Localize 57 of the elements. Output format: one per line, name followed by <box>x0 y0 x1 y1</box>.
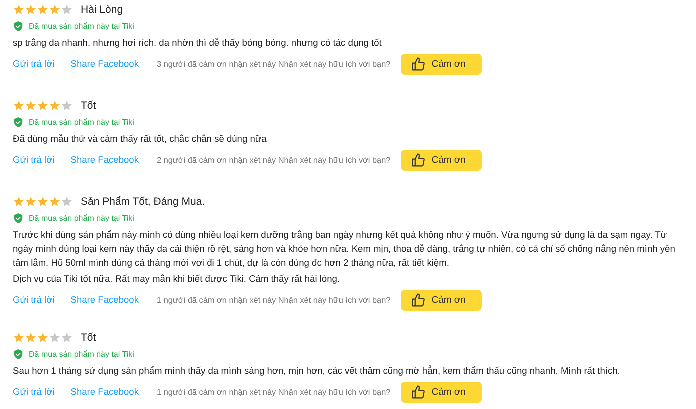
star-icon <box>49 100 61 112</box>
review-title: Hài Lòng <box>81 4 124 16</box>
shield-check-icon <box>13 348 24 360</box>
reply-link[interactable]: Gửi trả lời <box>13 387 55 397</box>
helpful-count-text: 3 người đã cảm ơn nhận xét này Nhận xét này hữu ích với bạn? <box>157 60 391 68</box>
thumbs-up-icon <box>410 384 426 400</box>
star-icon <box>25 4 37 16</box>
verified-purchase-label: Đã mua sản phẩm này tại Tiki <box>29 350 134 358</box>
star-icon <box>25 332 37 344</box>
thanks-button[interactable]: Cảm ơn <box>400 150 482 170</box>
shield-check-icon <box>13 116 24 128</box>
review-title: Tốt <box>81 100 96 112</box>
review-title: Sản Phẩm Tốt, Đáng Mua. <box>81 196 206 208</box>
star-icon <box>13 100 25 112</box>
shield-check-icon <box>13 212 24 224</box>
thanks-button[interactable]: Cảm ơn <box>400 54 482 74</box>
star-icon <box>13 332 25 344</box>
verified-purchase-label: Đã mua sản phẩm này tại Tiki <box>29 118 134 126</box>
share-facebook-link[interactable]: Share Facebook <box>70 295 139 305</box>
star-icon <box>25 100 37 112</box>
shield-check-icon <box>13 20 24 32</box>
thumbs-up-icon <box>410 152 426 168</box>
share-facebook-link[interactable]: Share Facebook <box>70 387 139 397</box>
review-text: sp trắng da nhanh. nhưng hơi rích. da nhờn thì dễ thấy bóng bóng. nhưng có tác dụng tốt <box>13 37 383 50</box>
helpful-count-text: 1 người đã cảm ơn nhận xét này Nhận xét này hữu ích với bạn? <box>157 296 391 304</box>
star-icon <box>61 332 73 344</box>
star-icon <box>49 196 61 208</box>
review-text: Đã dùng mẫu thử và cảm thấy rất tốt, chắc chắn sẽ dùng nữa <box>13 133 268 146</box>
helpful-count-text: 1 người đã cảm ơn nhận xét này Nhận xét này hữu ích với bạn? <box>157 388 391 396</box>
star-icon <box>37 4 49 16</box>
reply-link[interactable]: Gửi trả lời <box>13 59 55 69</box>
thanks-button[interactable]: Cảm ơn <box>400 290 482 310</box>
review-text: Trước khi dùng sản phẩm này mình có dùng nhiều loại kem dưỡng trắng ban ngày nhưng kết quả không như ý muốn. Vừa ngưng sử dụng là da sạm ngay. Từ ngày mình dùng loại kem này thấy da cải thiện rõ rệt, sáng hơn và khỏe hơn nữa. Kem mịn, thoa dễ dàng, trắng tự nhiên, có cả chỉ số chống nắng nên mình yên tâm lắm. Hũ 50ml mình dùng cả tháng mới vơi đi 1 chút, dự là còn dùng đc hơn 2 tháng nữa, rất tiết kiệm. <box>13 229 676 270</box>
star-icon <box>61 4 73 16</box>
helpful-count-text: 2 người đã cảm ơn nhận xét này Nhận xét này hữu ích với bạn? <box>157 156 391 164</box>
verified-purchase-label: Đã mua sản phẩm này tại Tiki <box>29 214 134 222</box>
star-icon <box>61 196 73 208</box>
reply-link[interactable]: Gửi trả lời <box>13 155 55 165</box>
share-facebook-link[interactable]: Share Facebook <box>70 155 139 165</box>
star-icon <box>13 4 25 16</box>
thumbs-up-icon <box>410 56 426 72</box>
star-icon <box>37 332 49 344</box>
star-icon <box>13 196 25 208</box>
star-icon <box>37 100 49 112</box>
star-icon <box>49 332 61 344</box>
verified-purchase-label: Đã mua sản phẩm này tại Tiki <box>29 22 134 30</box>
share-facebook-link[interactable]: Share Facebook <box>70 59 139 69</box>
star-icon <box>61 100 73 112</box>
review-text: Dịch vụ của Tiki tốt nữa. Rất may mắn khi biết được Tiki. Cảm thấy rất hài lòng. <box>13 273 342 286</box>
review-text: Sau hơn 1 tháng sử dụng sản phẩm mình thấy da mình sáng hơn, mịn hơn, các vết thâm cũng mờ hẳn, kem thẩm thấu cũng nhanh. Mình rất thích. <box>13 364 622 378</box>
thanks-button[interactable]: Cảm ơn <box>400 382 482 402</box>
star-icon <box>37 196 49 208</box>
star-icon <box>49 4 61 16</box>
thumbs-up-icon <box>410 292 426 308</box>
star-icon <box>25 196 37 208</box>
reply-link[interactable]: Gửi trả lời <box>13 295 55 305</box>
review-title: Tốt <box>81 332 96 344</box>
